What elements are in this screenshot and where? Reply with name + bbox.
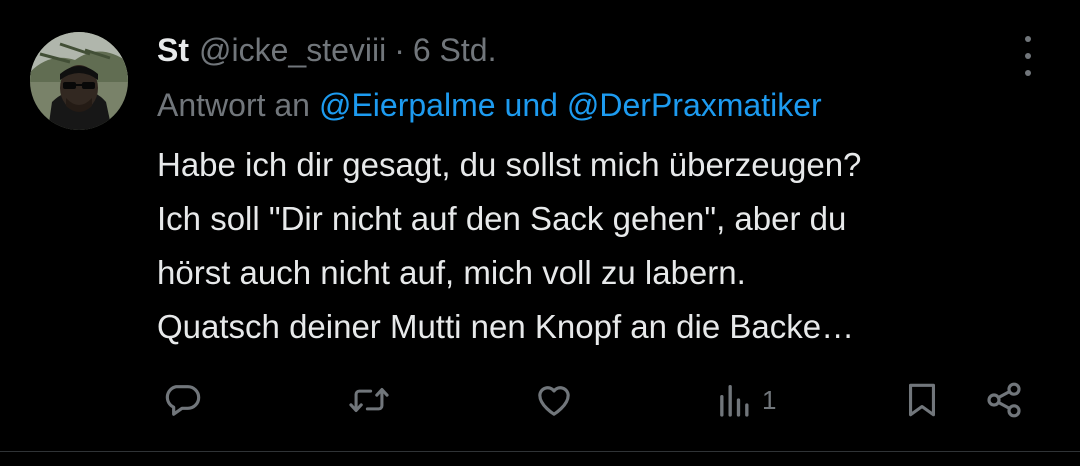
reply-mention-link[interactable]: @Eierpalme <box>319 87 496 124</box>
tweet-card[interactable]: St @icke_steviii · 6 Std. Antwort an @Ei… <box>0 0 1080 466</box>
separator-dot: · <box>394 31 405 68</box>
bookmark-button[interactable] <box>904 370 940 430</box>
tweet-header: St @icke_steviii · 6 Std. <box>157 22 1040 78</box>
views-count: 1 <box>762 384 777 415</box>
share-button[interactable] <box>984 370 1024 430</box>
avatar[interactable] <box>30 32 128 130</box>
retweet-button[interactable] <box>348 370 390 430</box>
tweet-text: Habe ich dir gesagt, du sollst mich über… <box>157 146 862 345</box>
like-button[interactable] <box>534 370 574 430</box>
more-options-button[interactable] <box>1016 36 1040 76</box>
heart-icon <box>538 386 570 416</box>
avatar-photo <box>30 32 128 130</box>
views-button[interactable]: 1 <box>716 370 776 430</box>
user-handle[interactable]: @icke_steviii <box>199 32 386 69</box>
reply-context: Antwort an @Eierpalme und @DerPraxmatike… <box>157 78 1040 132</box>
bookmark-icon <box>908 383 936 417</box>
tweet-action-bar: 1 <box>0 370 1080 430</box>
reply-mention-link[interactable]: @DerPraxmatiker <box>567 87 822 124</box>
timestamp[interactable]: 6 Std. <box>413 32 497 69</box>
divider <box>0 451 1080 452</box>
reply-bubble-icon <box>165 385 201 416</box>
reply-prefix: Antwort an <box>157 86 310 123</box>
tweet-content: St @icke_steviii · 6 Std. Antwort an @Ei… <box>157 22 1040 354</box>
retweet-icon <box>349 387 389 413</box>
reply-button[interactable] <box>162 370 202 430</box>
display-name[interactable]: St <box>157 32 189 69</box>
share-icon <box>987 382 1021 418</box>
reply-conjunction[interactable]: und <box>505 87 558 124</box>
more-dots-icon <box>1025 36 1031 42</box>
views-bar-chart-icon <box>720 385 749 417</box>
